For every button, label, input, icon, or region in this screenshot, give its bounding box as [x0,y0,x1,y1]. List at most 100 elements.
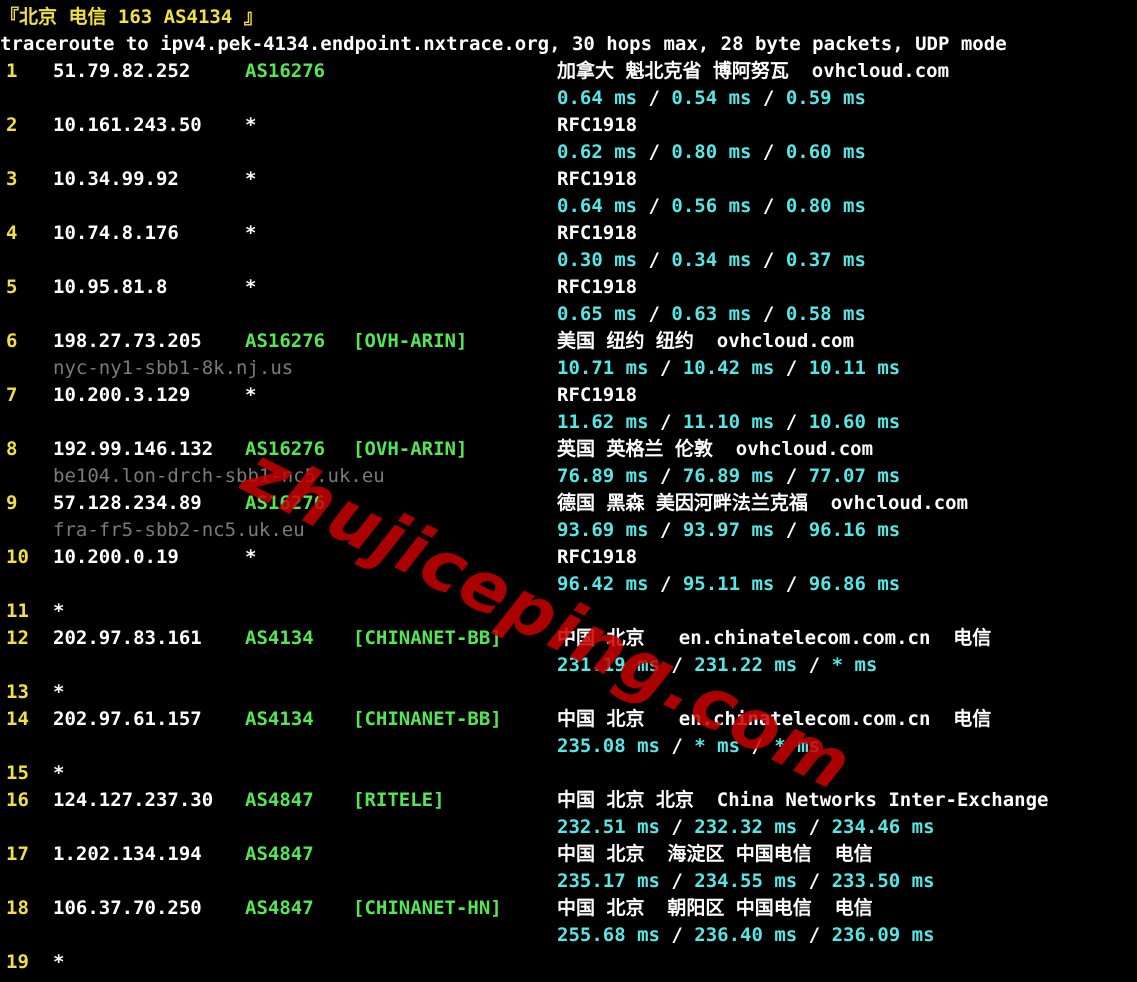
latency-value: 234.46 ms [831,816,935,838]
latency-value: 235.17 ms [557,870,660,892]
hop-number: 19 [6,951,29,973]
hop-asn: AS4134 [245,708,314,730]
latency-value: 11.62 ms [557,411,649,433]
latency-value: 0.64 ms [557,87,638,109]
terminal-window: 『北京 电信 163 AS4134 』 traceroute to ipv4.p… [0,0,1137,982]
latency-value: 0.64 ms [557,195,638,217]
hop-ip: * [53,681,65,703]
hop-ip: 10.200.3.129 [53,384,191,406]
hop-network-tag: [CHINANET-BB] [353,627,502,649]
latency-separator: / [774,357,809,379]
hop-latency: 10.71 ms / 10.42 ms / 10.11 ms [557,355,900,382]
latency-value: * ms [694,735,741,757]
latency-separator: / [648,411,683,433]
hop-latency: 0.64 ms / 0.56 ms / 0.80 ms [557,193,866,220]
hop-ip: 192.99.146.132 [53,438,214,460]
hop-asn: AS16276 [245,60,326,82]
hop-number: 18 [6,897,29,919]
latency-value: 96.86 ms [808,573,901,595]
hop-latency: 235.17 ms / 234.55 ms / 233.50 ms [557,868,935,895]
latency-value: * ms [831,654,878,676]
latency-value: 96.42 ms [557,573,649,595]
latency-value: * ms [774,735,821,757]
hop-number: 12 [6,627,29,649]
latency-value: 0.80 ms [785,195,866,217]
latency-value: 231.22 ms [694,654,798,676]
hop-network-tag: [OVH-ARIN] [353,330,468,352]
latency-value: 93.69 ms [557,519,649,541]
hop-location: 中国 北京 北京 China Networks Inter-Exchange [557,789,1049,811]
hop-number: 4 [6,222,18,244]
hop-ip: * [53,951,65,973]
hop-ip: 51.79.82.252 [53,60,191,82]
latency-value: 0.80 ms [671,141,752,163]
hop-ip: 1.202.134.194 [53,843,202,865]
hop-location: RFC1918 [557,276,638,298]
latency-value: 0.63 ms [671,303,752,325]
latency-value: 0.62 ms [557,141,638,163]
hop-location: 中国 北京 海淀区 中国电信 电信 [557,843,873,865]
hop-number: 10 [6,546,29,568]
latency-value: 233.50 ms [831,870,935,892]
hop-ptr-hostname: nyc-ny1-sbb1-8k.nj.us [53,357,294,379]
hop-ip: * [53,762,65,784]
latency-separator: / [751,195,786,217]
latency-value: 10.42 ms [682,357,775,379]
latency-separator: / [797,654,832,676]
latency-value: 76.89 ms [557,465,649,487]
hop-number: 3 [6,168,18,190]
hop-latency: 231.19 ms / 231.22 ms / * ms [557,652,877,679]
latency-value: 236.09 ms [831,924,935,946]
hop-asn: * [245,114,257,136]
hop-latency: 93.69 ms / 93.97 ms / 96.16 ms [557,517,900,544]
hop-ip: 198.27.73.205 [53,330,202,352]
hop-number: 13 [6,681,29,703]
latency-value: 0.59 ms [785,87,866,109]
hop-number: 9 [6,492,18,514]
hop-asn: * [245,222,257,244]
latency-value: 0.37 ms [785,249,866,271]
hop-ip: 10.34.99.92 [53,168,179,190]
hop-asn: AS4847 [245,789,314,811]
hop-number: 17 [6,843,29,865]
latency-value: 95.11 ms [682,573,775,595]
hop-ip: 10.161.243.50 [53,114,202,136]
hop-ip: 124.127.237.30 [53,789,214,811]
latency-separator: / [637,303,672,325]
latency-separator: / [648,357,683,379]
latency-separator: / [751,87,786,109]
hop-number: 14 [6,708,29,730]
latency-value: 10.71 ms [557,357,649,379]
hop-latency: 0.30 ms / 0.34 ms / 0.37 ms [557,247,866,274]
hop-location: 美国 纽约 纽约 ovhcloud.com [557,330,855,352]
hop-ptr-hostname: be104.lon-drch-sbb1-nc5.uk.eu [53,465,385,487]
hop-asn: * [245,168,257,190]
hop-number: 8 [6,438,18,460]
latency-value: 0.60 ms [785,141,866,163]
latency-separator: / [637,249,672,271]
hop-network-tag: [CHINANET-HN] [353,897,502,919]
hop-latency: 0.65 ms / 0.63 ms / 0.58 ms [557,301,866,328]
hop-location: RFC1918 [557,168,638,190]
hop-location: 英国 英格兰 伦敦 ovhcloud.com [557,438,874,460]
hop-number: 2 [6,114,18,136]
latency-separator: / [648,573,683,595]
hop-asn: AS4134 [245,627,314,649]
latency-value: 231.19 ms [557,654,660,676]
latency-value: 236.40 ms [694,924,798,946]
latency-separator: / [637,195,672,217]
latency-value: 232.32 ms [694,816,798,838]
hop-ip: 57.128.234.89 [53,492,202,514]
latency-separator: / [659,735,695,757]
hop-ip: 106.37.70.250 [53,897,202,919]
hop-asn: * [245,384,257,406]
hop-latency: 235.08 ms / * ms / * ms [557,733,820,760]
hop-number: 7 [6,384,18,406]
latency-separator: / [648,465,683,487]
latency-separator: / [659,816,695,838]
hop-number: 6 [6,330,18,352]
hop-network-tag: [RITELE] [353,789,445,811]
latency-separator: / [637,87,672,109]
latency-separator: / [659,870,695,892]
hop-ip: 10.200.0.19 [53,546,179,568]
